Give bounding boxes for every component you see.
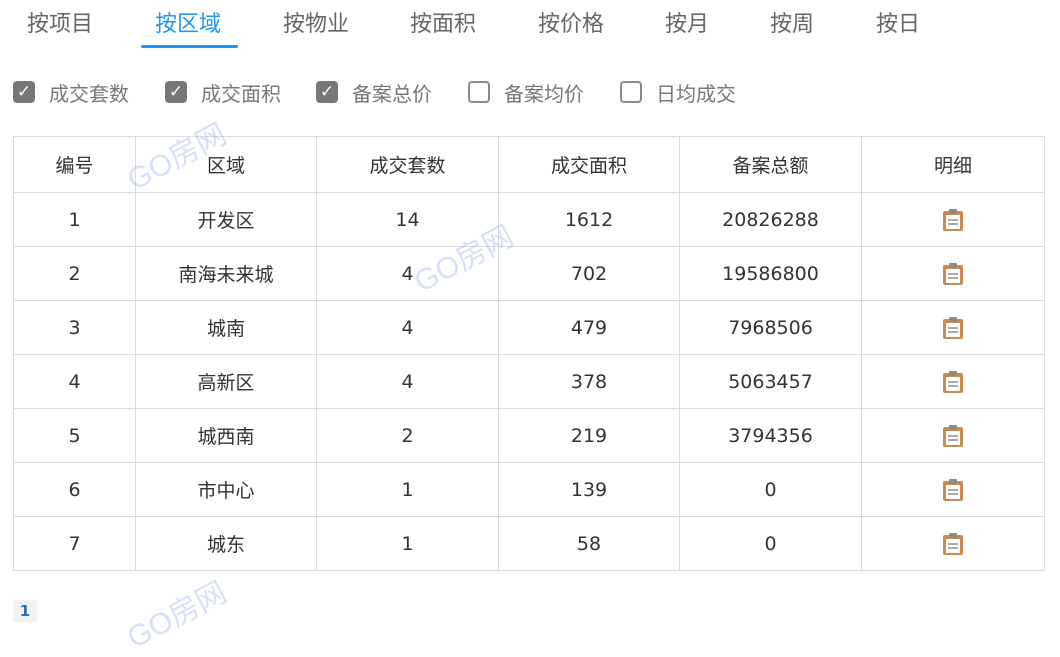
clipboard-icon[interactable] — [943, 424, 963, 447]
table-row: 4 高新区 4 378 5063457 — [13, 354, 1045, 409]
filter-deal-area[interactable]: ✓ 成交面积 — [165, 78, 281, 106]
cell-region: 南海未来城 — [135, 246, 317, 301]
tab-by-day[interactable]: 按日 — [876, 10, 920, 40]
cell-deal-area: 58 — [498, 516, 680, 571]
cell-id: 6 — [13, 462, 136, 517]
tab-by-area-size[interactable]: 按面积 — [410, 10, 476, 40]
cell-details — [861, 516, 1045, 571]
checkbox-checked-icon[interactable]: ✓ — [316, 81, 338, 103]
cell-deal-area: 219 — [498, 408, 680, 463]
tab-bar: 按项目 按区域 按物业 按面积 按价格 按月 按周 按日 — [0, 0, 1060, 52]
region-stats-table: 编号 区域 成交套数 成交面积 备案总额 明细 1 开发区 14 1612 20… — [13, 136, 1045, 571]
cell-deal-units: 1 — [316, 462, 499, 517]
cell-deal-units: 2 — [316, 408, 499, 463]
cell-deal-area: 702 — [498, 246, 680, 301]
cell-deal-units: 1 — [316, 516, 499, 571]
tab-by-month[interactable]: 按月 — [665, 10, 709, 40]
cell-deal-units: 4 — [316, 354, 499, 409]
filter-filing-total-price[interactable]: ✓ 备案总价 — [316, 78, 432, 106]
cell-deal-units: 4 — [316, 246, 499, 301]
checkbox-unchecked-icon[interactable] — [468, 81, 490, 103]
cell-region: 市中心 — [135, 462, 317, 517]
cell-details — [861, 300, 1045, 355]
cell-deal-units: 4 — [316, 300, 499, 355]
table-row: 6 市中心 1 139 0 — [13, 462, 1045, 517]
filter-daily-avg-deals[interactable]: 日均成交 — [620, 78, 736, 106]
cell-deal-units: 14 — [316, 192, 499, 247]
cell-filing-total: 19586800 — [679, 246, 862, 301]
cell-deal-area: 479 — [498, 300, 680, 355]
cell-filing-total: 3794356 — [679, 408, 862, 463]
clipboard-icon[interactable] — [943, 478, 963, 501]
cell-region: 城西南 — [135, 408, 317, 463]
active-tab-indicator — [141, 45, 238, 48]
cell-deal-area: 139 — [498, 462, 680, 517]
clipboard-icon[interactable] — [943, 262, 963, 285]
cell-id: 5 — [13, 408, 136, 463]
cell-region: 开发区 — [135, 192, 317, 247]
column-header-details: 明细 — [861, 136, 1045, 193]
clipboard-icon[interactable] — [943, 532, 963, 555]
column-header-deal-area: 成交面积 — [498, 136, 680, 193]
table-row: 7 城东 1 58 0 — [13, 516, 1045, 571]
cell-deal-area: 378 — [498, 354, 680, 409]
cell-id: 3 — [13, 300, 136, 355]
cell-filing-total: 0 — [679, 462, 862, 517]
filter-bar: ✓ 成交套数 ✓ 成交面积 ✓ 备案总价 备案均价 日均成交 — [0, 72, 1060, 112]
filter-label: 成交面积 — [201, 81, 281, 106]
tab-by-week[interactable]: 按周 — [770, 10, 814, 40]
table-row: 2 南海未来城 4 702 19586800 — [13, 246, 1045, 301]
clipboard-icon[interactable] — [943, 316, 963, 339]
cell-details — [861, 462, 1045, 517]
table-row: 3 城南 4 479 7968506 — [13, 300, 1045, 355]
clipboard-icon[interactable] — [943, 370, 963, 393]
table-row: 5 城西南 2 219 3794356 — [13, 408, 1045, 463]
cell-details — [861, 354, 1045, 409]
cell-filing-total: 5063457 — [679, 354, 862, 409]
tab-by-property[interactable]: 按物业 — [283, 10, 349, 40]
pagination-page-1[interactable]: 1 — [13, 600, 37, 622]
cell-region: 城南 — [135, 300, 317, 355]
cell-filing-total: 7968506 — [679, 300, 862, 355]
tab-by-project[interactable]: 按项目 — [27, 10, 93, 40]
column-header-filing-total: 备案总额 — [679, 136, 862, 193]
tab-by-price[interactable]: 按价格 — [538, 10, 604, 40]
cell-id: 4 — [13, 354, 136, 409]
checkbox-checked-icon[interactable]: ✓ — [13, 81, 35, 103]
clipboard-icon[interactable] — [943, 208, 963, 231]
cell-details — [861, 408, 1045, 463]
cell-filing-total: 20826288 — [679, 192, 862, 247]
filter-label: 日均成交 — [656, 81, 736, 106]
cell-region: 高新区 — [135, 354, 317, 409]
column-header-deal-units: 成交套数 — [316, 136, 499, 193]
cell-id: 2 — [13, 246, 136, 301]
cell-details — [861, 246, 1045, 301]
table-row: 1 开发区 14 1612 20826288 — [13, 192, 1045, 247]
filter-label: 成交套数 — [49, 81, 129, 106]
checkbox-checked-icon[interactable]: ✓ — [165, 81, 187, 103]
cell-filing-total: 0 — [679, 516, 862, 571]
cell-id: 7 — [13, 516, 136, 571]
cell-id: 1 — [13, 192, 136, 247]
cell-region: 城东 — [135, 516, 317, 571]
tab-by-region[interactable]: 按区域 — [155, 10, 221, 40]
filter-label: 备案均价 — [504, 81, 584, 106]
filter-deal-units[interactable]: ✓ 成交套数 — [13, 78, 129, 106]
cell-deal-area: 1612 — [498, 192, 680, 247]
checkbox-unchecked-icon[interactable] — [620, 81, 642, 103]
filter-label: 备案总价 — [352, 81, 432, 106]
watermark: GO房网 — [122, 575, 232, 656]
cell-details — [861, 192, 1045, 247]
column-header-id: 编号 — [13, 136, 136, 193]
filter-filing-avg-price[interactable]: 备案均价 — [468, 78, 584, 106]
table-header-row: 编号 区域 成交套数 成交面积 备案总额 明细 — [13, 136, 1045, 193]
column-header-region: 区域 — [135, 136, 317, 193]
